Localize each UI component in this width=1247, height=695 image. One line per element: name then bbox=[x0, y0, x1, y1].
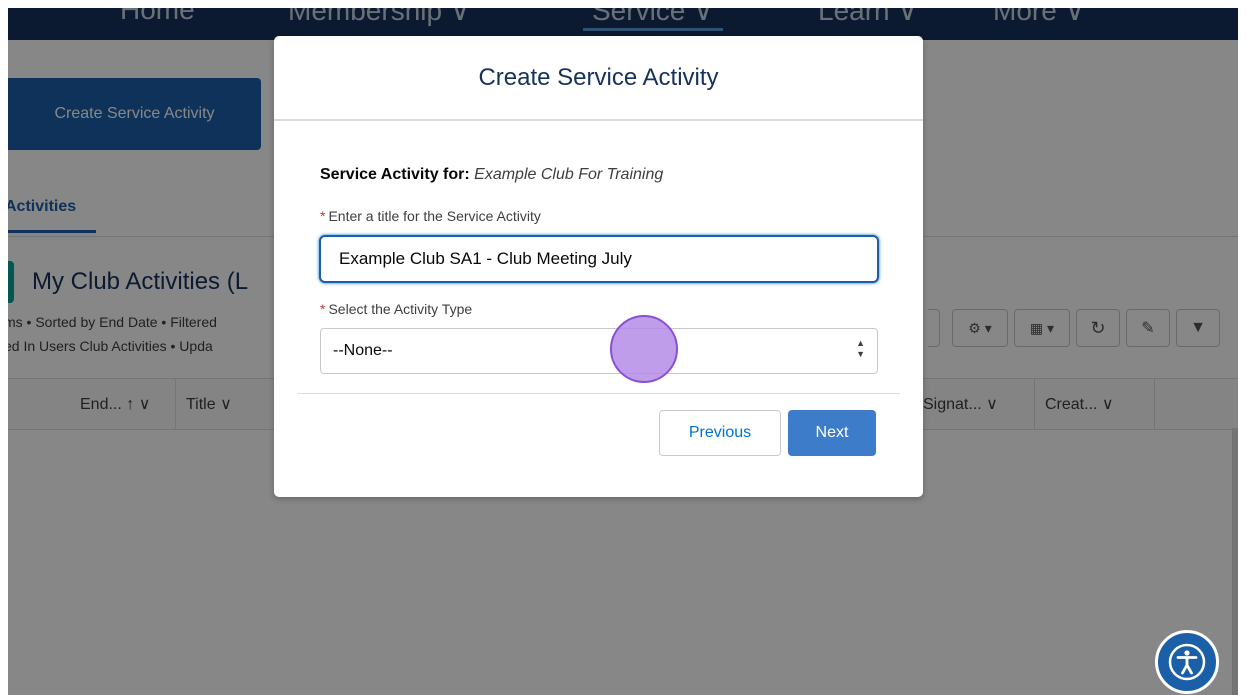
previous-button[interactable]: Previous bbox=[659, 410, 781, 456]
activity-type-selected-value: --None-- bbox=[333, 342, 393, 359]
next-button[interactable]: Next bbox=[788, 410, 876, 456]
service-activity-club-name: Example Club For Training bbox=[474, 166, 664, 183]
required-marker: * bbox=[320, 208, 326, 224]
title-field-label-text: Enter a title for the Service Activity bbox=[328, 208, 541, 224]
required-marker: * bbox=[320, 301, 326, 317]
app-frame: Home Membership ∨ Service ∨ Learn ∨ More… bbox=[8, 8, 1238, 695]
activity-title-input[interactable] bbox=[319, 235, 879, 283]
select-arrows-icon: ▲ ▼ bbox=[856, 338, 865, 359]
modal-header: Create Service Activity bbox=[274, 36, 923, 121]
service-activity-for: Service Activity for: Example Club For T… bbox=[320, 166, 663, 184]
accessibility-icon bbox=[1168, 643, 1206, 681]
type-field-label-text: Select the Activity Type bbox=[328, 301, 473, 317]
type-field-label: * Select the Activity Type bbox=[320, 301, 472, 317]
activity-type-select[interactable]: --None-- ▲ ▼ bbox=[320, 328, 878, 374]
modal-title: Create Service Activity bbox=[478, 63, 719, 91]
modal-footer-divider bbox=[298, 393, 900, 394]
click-indicator bbox=[610, 315, 678, 383]
service-activity-for-label: Service Activity for: bbox=[320, 166, 470, 183]
title-field-label: * Enter a title for the Service Activity bbox=[320, 208, 541, 224]
create-service-activity-modal: Create Service Activity Service Activity… bbox=[274, 36, 923, 497]
accessibility-button[interactable] bbox=[1155, 630, 1219, 694]
